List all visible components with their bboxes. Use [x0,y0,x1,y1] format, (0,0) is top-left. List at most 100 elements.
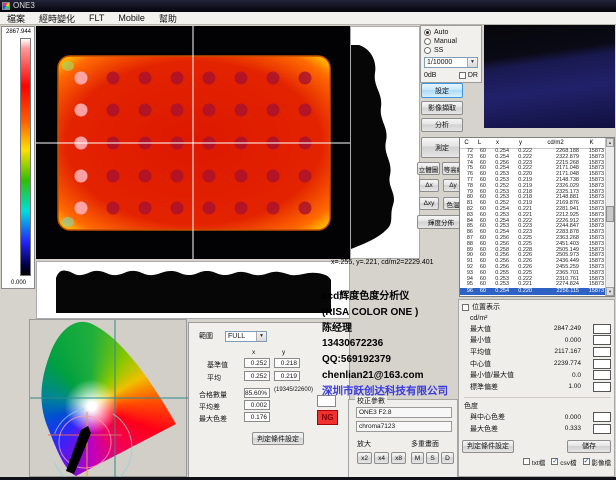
ng-indicator: NG [317,410,338,425]
scroll-thumb[interactable] [606,206,614,222]
contact-line: chenlian21@163.com [322,368,472,384]
color-scale-panel: 2867.944 0.000 [1,26,35,289]
app-icon [2,2,10,10]
radio-icon [424,38,431,45]
stat-row: 最大值 2847.249 [462,323,611,335]
cursor-readout: x=.255, y=.221, cd/m2=2229.401 [331,259,459,266]
stat-flag-box[interactable] [593,424,611,434]
zoom-x4-button[interactable]: x4 [374,452,389,464]
multi-d-button[interactable]: D [441,452,454,464]
measure-button[interactable]: 測定 [421,137,463,158]
ref-y-value: 0.218 [274,358,300,368]
set-button[interactable]: 設定 [421,83,463,98]
gain-label: 0dB [424,72,436,79]
measurement-table: CL xy cd/m2K 7260 0.2540.222 2268.188158… [459,137,615,297]
radio-icon [424,29,431,36]
analyze-button[interactable]: 分析 [421,118,463,132]
lens-field[interactable]: ONE3 F2.8 [356,407,452,418]
cie-diagram [29,319,187,477]
view3d-button[interactable]: 立體圖 [417,162,440,175]
avg-label: 平均 [207,373,221,383]
multi-m-button[interactable]: M [411,452,424,464]
zoom-x8-button[interactable]: x8 [391,452,406,464]
ref-label: 基準值 [207,360,228,370]
stat-row: 標準偏差 1.00 [462,381,611,393]
judge-settings-button[interactable]: 判定條件設定 [252,432,304,445]
stat-row: 平均值 2117.167 [462,346,611,358]
csv-file-checkbox[interactable]: csv檔 [551,457,576,467]
stat-row: 與中心色差 0.000 [462,412,611,424]
luminance-dist-button[interactable]: 輝度分佈 [417,215,465,229]
app-window: ONE3 檔案經時變化FLTMobile幫助 2867.944 0.000 [0,0,616,480]
checkbox-icon [459,72,466,79]
mode-auto[interactable]: Auto [424,28,478,37]
scale-min-value: 0.000 [2,280,35,286]
luminance-map[interactable] [36,26,350,259]
ref-x-value: 0.252 [244,358,270,368]
checkbox-icon [551,458,558,465]
stat-row: 最大色差 0.333 [462,423,611,435]
range-label: 範圍 [199,331,213,341]
stat-row: 最小值 0.000 [462,335,611,347]
stat-flag-box[interactable] [593,347,611,357]
menu-item[interactable]: Mobile [111,13,152,23]
chroma-field[interactable]: chroma7123 [356,421,452,432]
zoom-x2-button[interactable]: x2 [357,452,372,464]
position-panel: 位置表示 cd/m² 最大值 2847.249 最小值 0.000 平均值 21… [458,299,615,477]
checkbox-icon [583,458,590,465]
x-col-header: x [252,349,255,356]
company-name: 深圳市跃创达科技有限公司 [322,384,472,400]
menu-item[interactable]: 幫助 [152,12,184,25]
stat-flag-box[interactable] [593,324,611,334]
save-button[interactable]: 儲存 [567,440,611,453]
window-title: ONE3 [13,2,35,10]
image-file-checkbox[interactable]: 影像檔 [583,457,612,467]
max-diff-value: 0.176 [244,412,270,422]
stat-flag-box[interactable] [593,359,611,369]
avg-x-value: 0.252 [244,371,270,381]
menu-item[interactable]: 經時變化 [32,12,82,25]
capture-button[interactable]: 影像擷取 [421,101,463,115]
shutter-select[interactable]: 1/10000 ▼ [424,57,478,68]
multi-s-button[interactable]: S [426,452,439,464]
mode-ss[interactable]: SS [424,46,478,55]
mode-manual[interactable]: Manual [424,37,478,46]
stat-flag-box[interactable] [593,335,611,345]
range-select[interactable]: FULL ▼ [225,331,267,342]
scroll-up-icon[interactable]: ▲ [606,138,614,147]
chevron-down-icon: ▼ [256,332,266,341]
pass-count-label: 合格數量 [199,390,227,400]
stat-flag-box[interactable] [593,412,611,422]
position-display-checkbox[interactable]: 位置表示 [462,302,611,312]
contact-line: 陈经理 [322,321,472,337]
delta-xy-button[interactable]: Δxy [419,197,439,210]
max-diff-label: 最大色差 [199,414,227,424]
zoom-label: 放大 [357,439,371,449]
vertical-profile-chart [350,26,420,259]
delta-x-button[interactable]: Δx [419,179,439,192]
contact-line: QQ:569192379 [322,352,472,368]
scroll-down-icon[interactable]: ▼ [606,287,614,296]
radio-icon [424,47,431,54]
menu-item[interactable]: 檔案 [0,12,32,25]
avg-y-value: 0.219 [274,371,300,381]
capture-controls: Auto Manual SS 1/10000 ▼ 0dB DR [420,25,482,83]
table-row-selected[interactable]: 9660 0.2540.220 2256.11515873 [460,288,614,295]
menu-item[interactable]: FLT [82,13,111,23]
pass-percent: 85.60% [244,388,270,398]
stat-flag-box[interactable] [593,382,611,392]
checkbox-icon [523,458,530,465]
stat-row: 中心值 2239.774 [462,358,611,370]
judge-settings-button[interactable]: 判定條件設定 [462,440,514,453]
avg-diff-label: 平均差 [199,402,220,412]
color-scale-bar [20,38,31,276]
stat-flag-box[interactable] [593,370,611,380]
calibration-group: 校正參數 ONE3 F2.8 chroma7123 放大 多重畫面 x2 x4 … [348,399,458,478]
table-scrollbar[interactable]: ▲ ▼ [605,138,614,296]
stat-row: 最小值/最大值 0.0 [462,369,611,381]
scale-max-value: 2867.944 [2,29,35,35]
contact-line: ccd辉度色度分析仪 [322,289,472,305]
chroma-section-label: 色度 [464,397,611,411]
txt-file-checkbox[interactable]: txt檔 [523,457,545,467]
dr-checkbox[interactable]: DR [459,72,478,79]
